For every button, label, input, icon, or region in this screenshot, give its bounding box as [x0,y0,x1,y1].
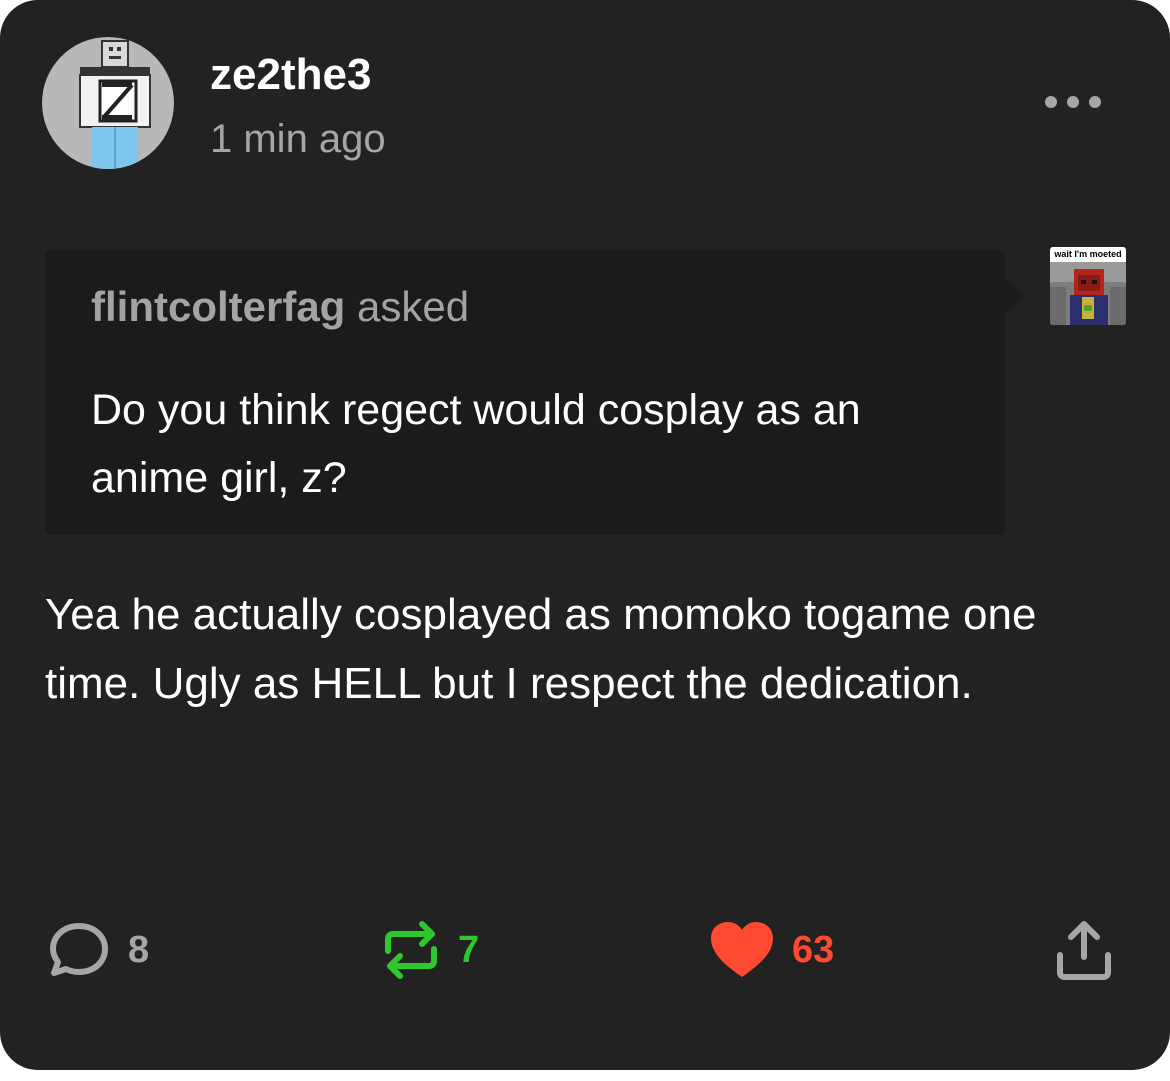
heart-icon [711,922,773,977]
ellipsis-icon [1045,96,1101,108]
like-count: 63 [792,928,835,971]
avatar[interactable] [42,37,174,169]
asker-line: flintcolterfag asked [91,283,469,331]
post-card: ze2the3 1 min ago flintcolterfag asked D… [0,0,1170,1070]
reblog-button[interactable]: 7 [380,915,479,985]
comment-icon [50,923,108,976]
asker-avatar-caption: wait I'm moeted [1050,247,1126,262]
share-button[interactable] [1052,915,1116,985]
share-icon [1057,921,1111,980]
reblog-icon [385,921,437,979]
like-button[interactable]: 63 [708,915,834,985]
more-options-button[interactable] [1040,88,1106,116]
asker-avatar[interactable]: wait I'm moeted [1050,247,1126,325]
answer-text: Yea he actually cosplayed as momoko toga… [45,590,1037,708]
ask-box: flintcolterfag asked Do you think regect… [45,250,1023,535]
reply-count: 8 [128,928,150,971]
avatar-image [79,40,151,169]
asker-name[interactable]: flintcolterfag [91,283,345,330]
username[interactable]: ze2the3 [210,50,371,100]
asked-label: asked [357,283,470,330]
reply-button[interactable]: 8 [46,915,149,985]
post-timestamp: 1 min ago [210,117,386,161]
ask-question: Do you think regect would cosplay as an … [91,386,861,502]
reblog-count: 7 [458,928,480,971]
